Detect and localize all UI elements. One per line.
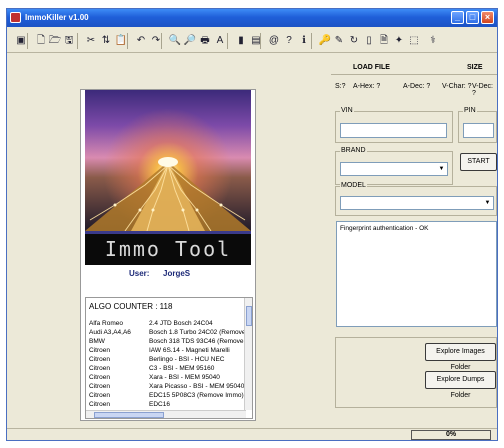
v-char-value: V-Char: ? bbox=[442, 83, 472, 90]
title-bar: ImmoKiller v1.00 _ □ × bbox=[7, 9, 497, 27]
user-name: JorgeS bbox=[163, 269, 191, 278]
logo-strip: Immo Tool bbox=[85, 231, 251, 265]
algo-ecu: Xara Picasso - BSI - MEM 95040 bbox=[149, 383, 245, 390]
log-area[interactable]: Fingerprint authentication - OK bbox=[336, 221, 497, 327]
a-hex-value: A-Hex: ? bbox=[353, 83, 381, 90]
left-panel: Immo Tool User: JorgeS ALGO COUNTER : 11… bbox=[80, 89, 256, 421]
minimize-button[interactable]: _ bbox=[451, 11, 464, 24]
algo-make: Citroen bbox=[89, 374, 110, 381]
maximize-button[interactable]: □ bbox=[466, 11, 479, 24]
algo-ecu: EDC16 bbox=[149, 401, 170, 408]
toolbar-separator bbox=[77, 33, 78, 49]
banner-image bbox=[85, 90, 251, 231]
toolbar-separator bbox=[227, 33, 228, 49]
brush-icon[interactable]: ✎ bbox=[331, 33, 347, 49]
logo-text: Immo Tool bbox=[104, 237, 232, 261]
print-icon[interactable]: 🖶 bbox=[197, 33, 213, 49]
pin-label: PIN bbox=[463, 107, 477, 114]
help-icon[interactable]: ? bbox=[281, 33, 297, 49]
brand-label: BRAND bbox=[340, 147, 367, 154]
chevron-down-icon: ▼ bbox=[484, 200, 491, 206]
user-label: User: bbox=[129, 269, 150, 278]
brand-select[interactable]: ▼ bbox=[340, 162, 448, 176]
algo-ecu: C3 - BSI - MEM 95160 bbox=[149, 365, 215, 372]
size-label: SIZE bbox=[467, 64, 483, 71]
toolbar: ▣ 🗋 🗁 🖫 ✂ ⇅ 📋 ↶ ↷ 🔍 🔎 🖶 A ▮ ▤ @? ℹ 🔑 ✎ ↻ ▯ 🗎 ✦ ⬚ ⚕ bbox=[7, 29, 497, 53]
find-next-icon[interactable]: 🔎 bbox=[182, 33, 198, 49]
brand-group: BRAND ▼ bbox=[335, 147, 453, 185]
algo-ecu: IAW 6S.14 - Magneti Marelli bbox=[149, 347, 230, 354]
toolbar-separator bbox=[260, 33, 261, 49]
algo-make: Alfa Romeo bbox=[89, 320, 123, 327]
algo-list[interactable]: ALGO COUNTER : 118 Alfa Romeo 2.4 JTD Bos… bbox=[85, 297, 253, 419]
cut-icon[interactable]: ✂ bbox=[83, 33, 99, 49]
algo-make: Citroen bbox=[89, 401, 110, 408]
save-icon[interactable]: 🖫 bbox=[61, 33, 77, 49]
refresh-icon[interactable]: ↻ bbox=[346, 33, 362, 49]
swap-icon[interactable]: ⇅ bbox=[98, 33, 114, 49]
start-button[interactable]: START bbox=[460, 153, 497, 171]
close-button[interactable]: × bbox=[481, 11, 494, 24]
toolbar-separator bbox=[27, 33, 28, 49]
algo-make: Citroen bbox=[89, 392, 110, 399]
pin-group: PIN bbox=[458, 107, 497, 143]
algo-ecu: Bosch 318 TDS 93C46 (Remove Im bbox=[149, 338, 247, 345]
pin-input[interactable] bbox=[463, 123, 494, 138]
model-label: MODEL bbox=[340, 182, 367, 189]
toolbar-separator bbox=[127, 33, 128, 49]
algo-make: Citroen bbox=[89, 365, 110, 372]
model-group: MODEL ▼ bbox=[335, 182, 497, 216]
algo-ecu: Berlingo - BSI - HCU NEC bbox=[149, 356, 225, 363]
toolbar-separator bbox=[311, 33, 312, 49]
app-icon bbox=[10, 12, 21, 23]
algo-make: Citroen bbox=[89, 347, 110, 354]
chevron-down-icon: ▼ bbox=[438, 166, 445, 172]
doc-icon[interactable]: 🗎 bbox=[376, 33, 392, 49]
progress-indicator: 0% bbox=[411, 430, 491, 440]
a-dec-value: A-Dec: ? bbox=[403, 83, 431, 90]
pin-icon[interactable]: ⚕ bbox=[425, 33, 441, 49]
explore-dumps-button[interactable]: Explore Dumps Folder bbox=[425, 371, 496, 399]
vin-group: VIN bbox=[335, 107, 453, 143]
info-icon[interactable]: ℹ bbox=[296, 33, 312, 49]
select-icon[interactable]: ⬚ bbox=[406, 33, 422, 49]
algo-ecu: EDC15 5P08C3 (Remove Immo) bbox=[149, 392, 244, 399]
spark-icon[interactable]: ✦ bbox=[391, 33, 407, 49]
algo-make: Citroen bbox=[89, 356, 110, 363]
undo-icon[interactable]: ↶ bbox=[133, 33, 149, 49]
at-icon[interactable]: @ bbox=[266, 33, 282, 49]
algo-counter: ALGO COUNTER : 118 bbox=[89, 302, 173, 311]
s-value: S:? bbox=[335, 83, 346, 90]
find-icon[interactable]: 🔍 bbox=[167, 33, 183, 49]
status-bar: 0% bbox=[7, 428, 497, 440]
model-select[interactable]: ▼ bbox=[340, 196, 494, 210]
algo-vertical-scrollbar[interactable] bbox=[244, 298, 252, 410]
algo-ecu: 2.4 JTD Bosch 24C04 bbox=[149, 320, 213, 327]
algo-make: BMW bbox=[89, 338, 105, 345]
algo-make: Citroen bbox=[89, 383, 110, 390]
battery-icon[interactable]: ▮ bbox=[233, 33, 249, 49]
algo-make: Audi A3,A4,A6 bbox=[89, 329, 131, 336]
calc-icon[interactable]: ▤ bbox=[248, 33, 264, 49]
vin-label: VIN bbox=[340, 107, 354, 114]
algo-ecu: Xara - BSI - MEM 95040 bbox=[149, 374, 220, 381]
load-file-button[interactable]: LOAD FILE bbox=[353, 64, 390, 71]
chip-icon[interactable]: ▯ bbox=[361, 33, 377, 49]
v-dec-value: V-Dec: ? bbox=[472, 83, 494, 97]
algo-ecu: Bosch 1.8 Turbo 24C02 (Remove Im bbox=[149, 329, 247, 336]
main-window: ImmoKiller v1.00 _ □ × ▣ 🗋 🗁 🖫 ✂ ⇅ 📋 ↶ ↷ 🔍 🔎 🖶 A ▮ ▤ @?… bbox=[6, 8, 498, 441]
explore-images-button[interactable]: Explore Images Folder bbox=[425, 343, 496, 371]
algo-horizontal-scrollbar[interactable] bbox=[86, 410, 246, 418]
toolbar-separator bbox=[161, 33, 162, 49]
case-icon[interactable]: A bbox=[212, 33, 228, 49]
window-title: ImmoKiller v1.00 bbox=[25, 13, 89, 22]
vin-input[interactable] bbox=[340, 123, 447, 138]
